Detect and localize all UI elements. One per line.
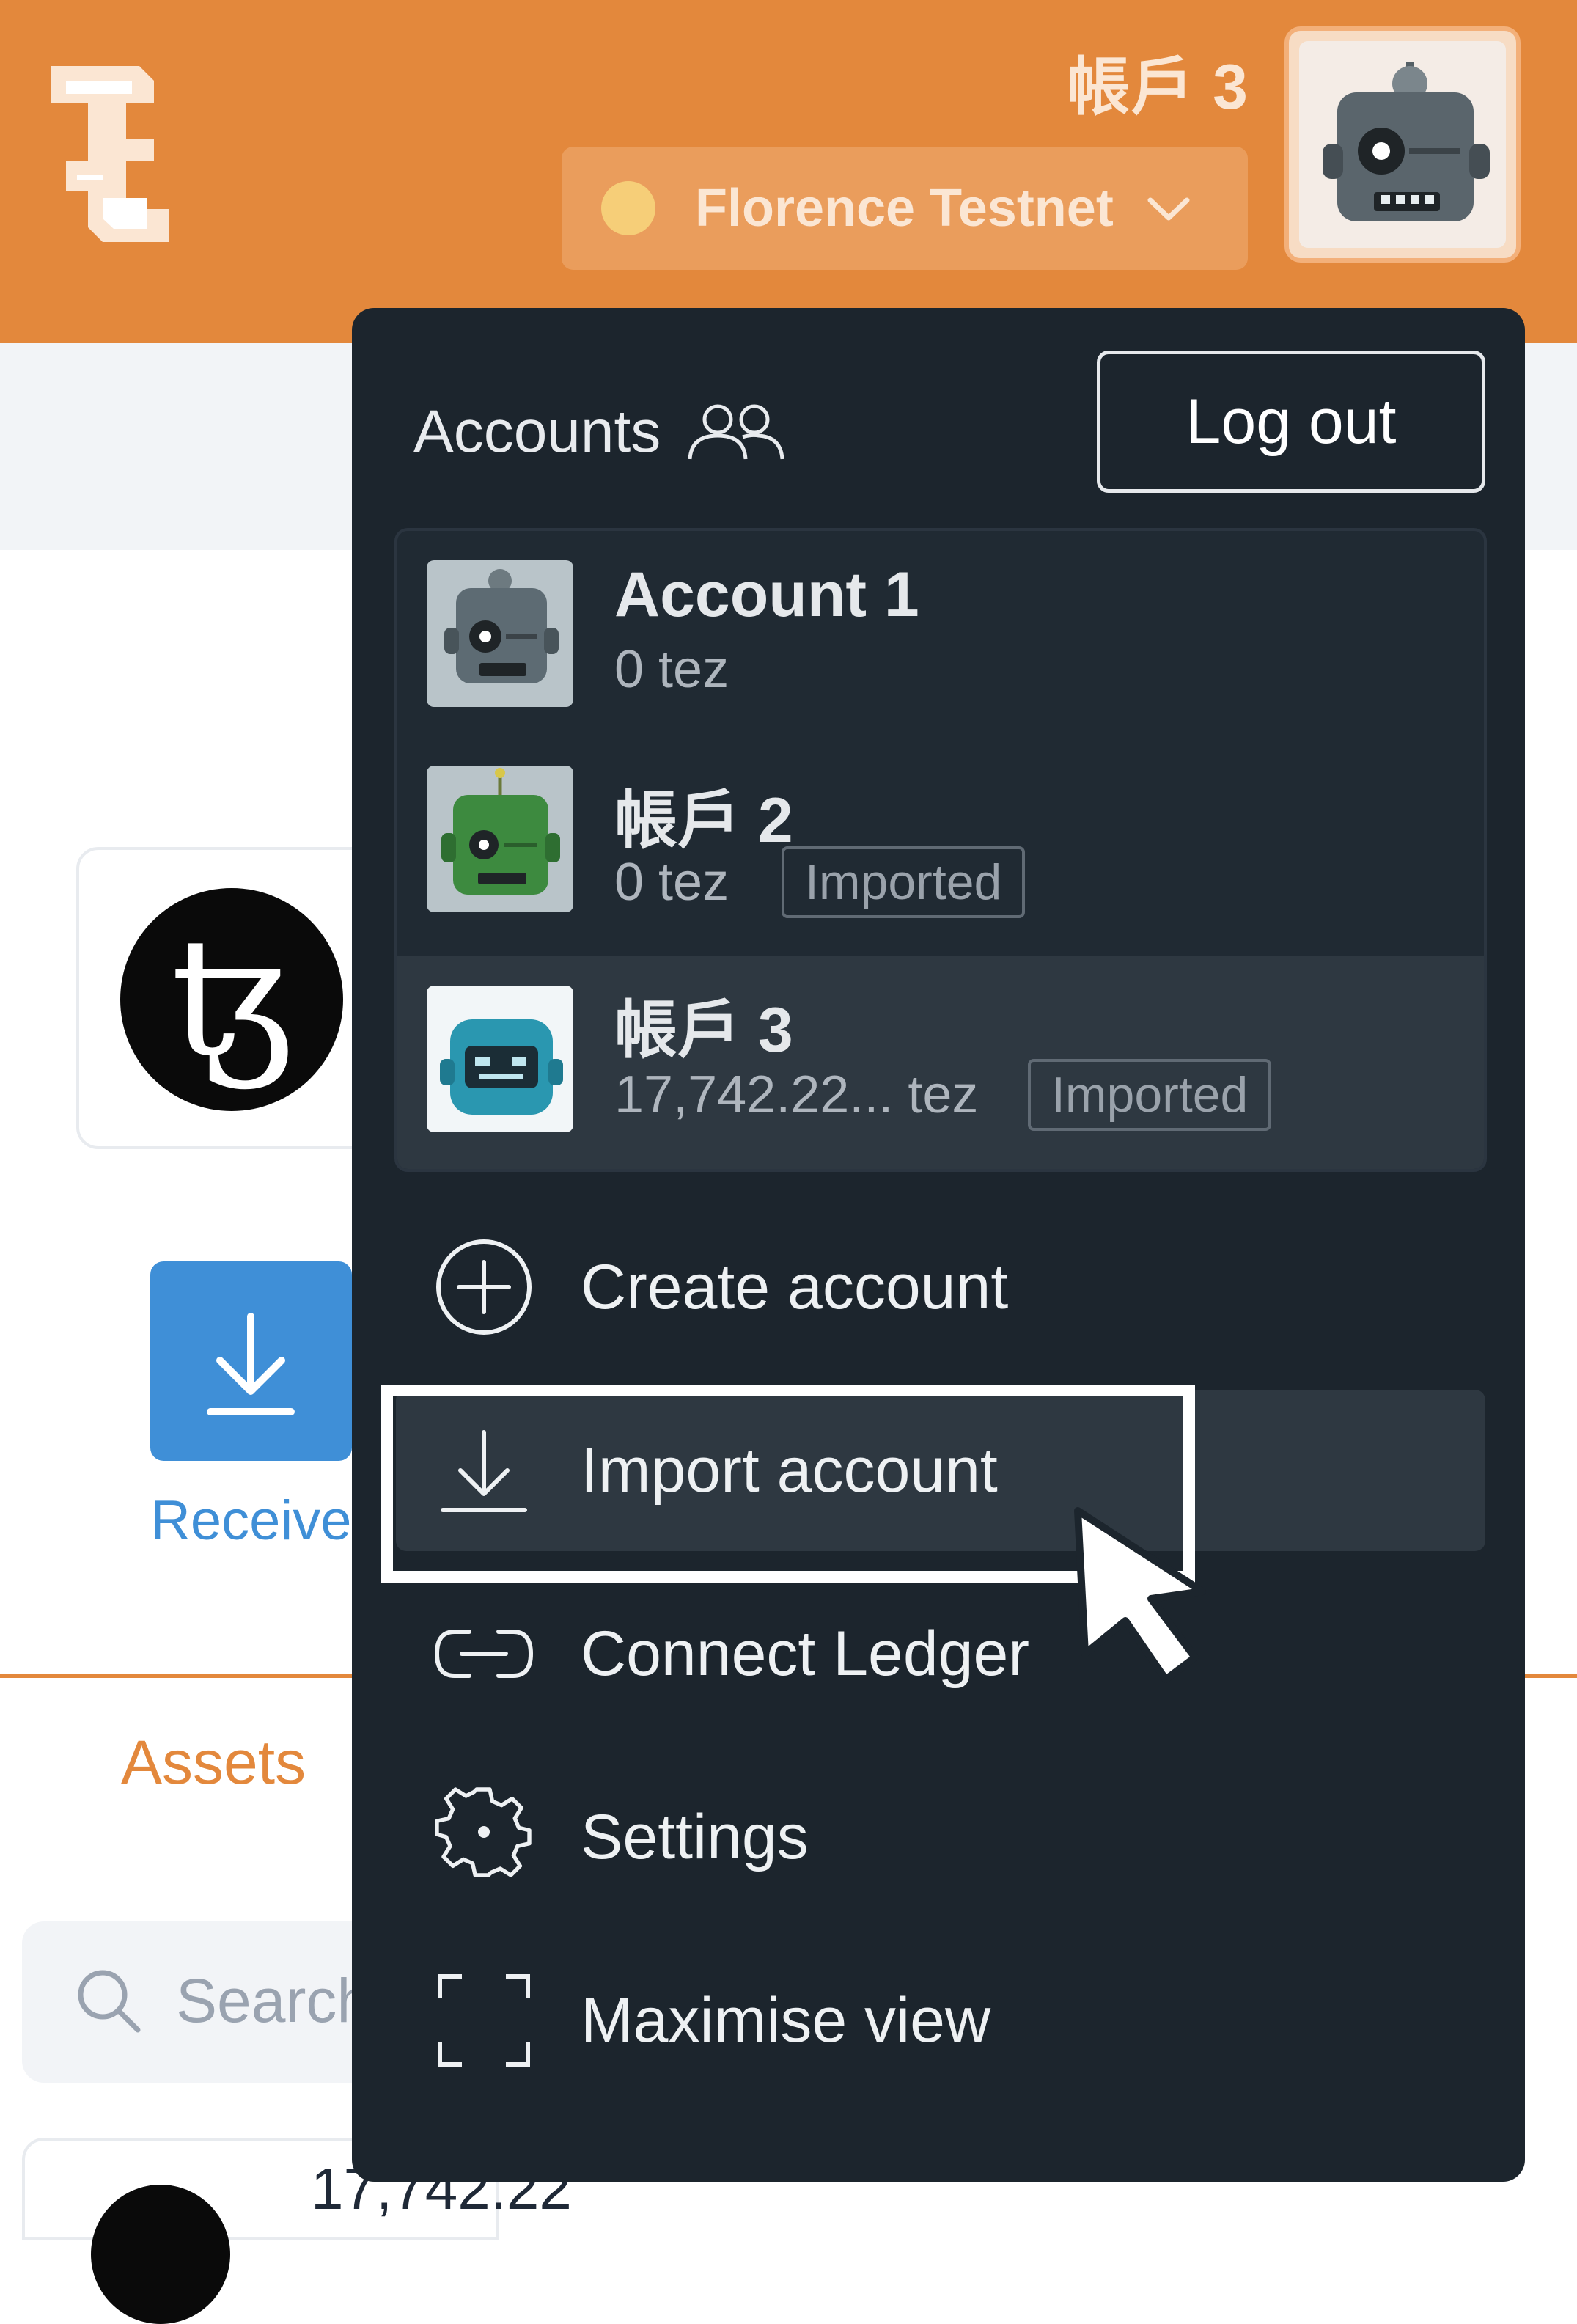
menu-label: Connect Ledger — [581, 1618, 1029, 1689]
network-label: Florence Testnet — [695, 179, 1114, 238]
plus-circle-icon — [436, 1239, 532, 1335]
temple-logo-icon[interactable] — [44, 59, 191, 249]
network-selector[interactable]: Florence Testnet — [562, 147, 1248, 270]
account-name: 帳戶 2 — [614, 785, 793, 856]
tezos-logo-icon: ꜩ — [120, 888, 343, 1111]
search-placeholder: Search — [176, 1966, 372, 2035]
account-balance: 17,742.22... tez — [614, 1066, 979, 1124]
top-header: 帳戶 3 Florence Testnet — [0, 0, 1577, 343]
svg-text:ꜩ: ꜩ — [171, 903, 293, 1091]
account-dropdown: Accounts Log out Account 1 0 tez 帳戶 2 0 … — [352, 308, 1525, 2182]
account-item-1[interactable]: Account 1 0 tez — [397, 531, 1484, 744]
account-name: 帳戶 3 — [614, 995, 793, 1066]
robot-avatar-icon — [427, 766, 573, 912]
account-name: Account 1 — [614, 560, 919, 630]
tab-assets[interactable]: Assets — [121, 1727, 306, 1798]
account-balance: 0 tez — [614, 853, 729, 912]
account-list: Account 1 0 tez 帳戶 2 0 tez Imported 帳戶 3… — [394, 528, 1487, 1172]
robot-avatar-icon — [427, 560, 573, 707]
search-icon — [78, 1970, 141, 2033]
receive-button[interactable] — [150, 1261, 352, 1461]
robot-avatar-icon — [1299, 41, 1506, 248]
account-item-3[interactable]: 帳戶 3 17,742.22... tez Imported — [397, 956, 1484, 1169]
logout-button[interactable]: Log out — [1097, 351, 1485, 493]
menu-label: Maximise view — [581, 1984, 991, 2056]
gear-icon — [435, 1787, 532, 1877]
robot-avatar-icon — [427, 986, 573, 1132]
accounts-heading: Accounts — [413, 397, 791, 466]
account-balance: 0 tez — [614, 640, 729, 699]
accounts-title: Accounts — [413, 398, 661, 465]
mouse-pointer-icon — [1074, 1507, 1206, 1683]
maximize-icon — [438, 1974, 530, 2067]
menu-settings[interactable]: Settings — [396, 1756, 1485, 1918]
token-card: ꜩ — [76, 847, 384, 1149]
menu-label: Create account — [581, 1251, 1009, 1322]
chevron-down-icon — [1147, 197, 1190, 221]
account-avatar-button[interactable] — [1284, 26, 1521, 263]
link-icon — [434, 1630, 534, 1678]
tezos-logo-icon — [91, 2185, 230, 2324]
menu-label: Settings — [581, 1801, 809, 1872]
imported-badge: Imported — [1028, 1059, 1272, 1131]
network-status-dot — [601, 181, 655, 235]
account-item-2[interactable]: 帳戶 2 0 tez Imported — [397, 744, 1484, 956]
menu-connect-ledger[interactable]: Connect Ledger — [396, 1573, 1485, 1734]
receive-label[interactable]: Receive — [150, 1489, 352, 1553]
menu-maximise-view[interactable]: Maximise view — [396, 1940, 1485, 2101]
people-icon — [688, 404, 784, 460]
download-icon — [207, 1313, 295, 1415]
menu-create-account[interactable]: Create account — [396, 1206, 1485, 1368]
current-account-name: 帳戶 3 — [1067, 52, 1249, 122]
imported-badge: Imported — [782, 846, 1026, 918]
